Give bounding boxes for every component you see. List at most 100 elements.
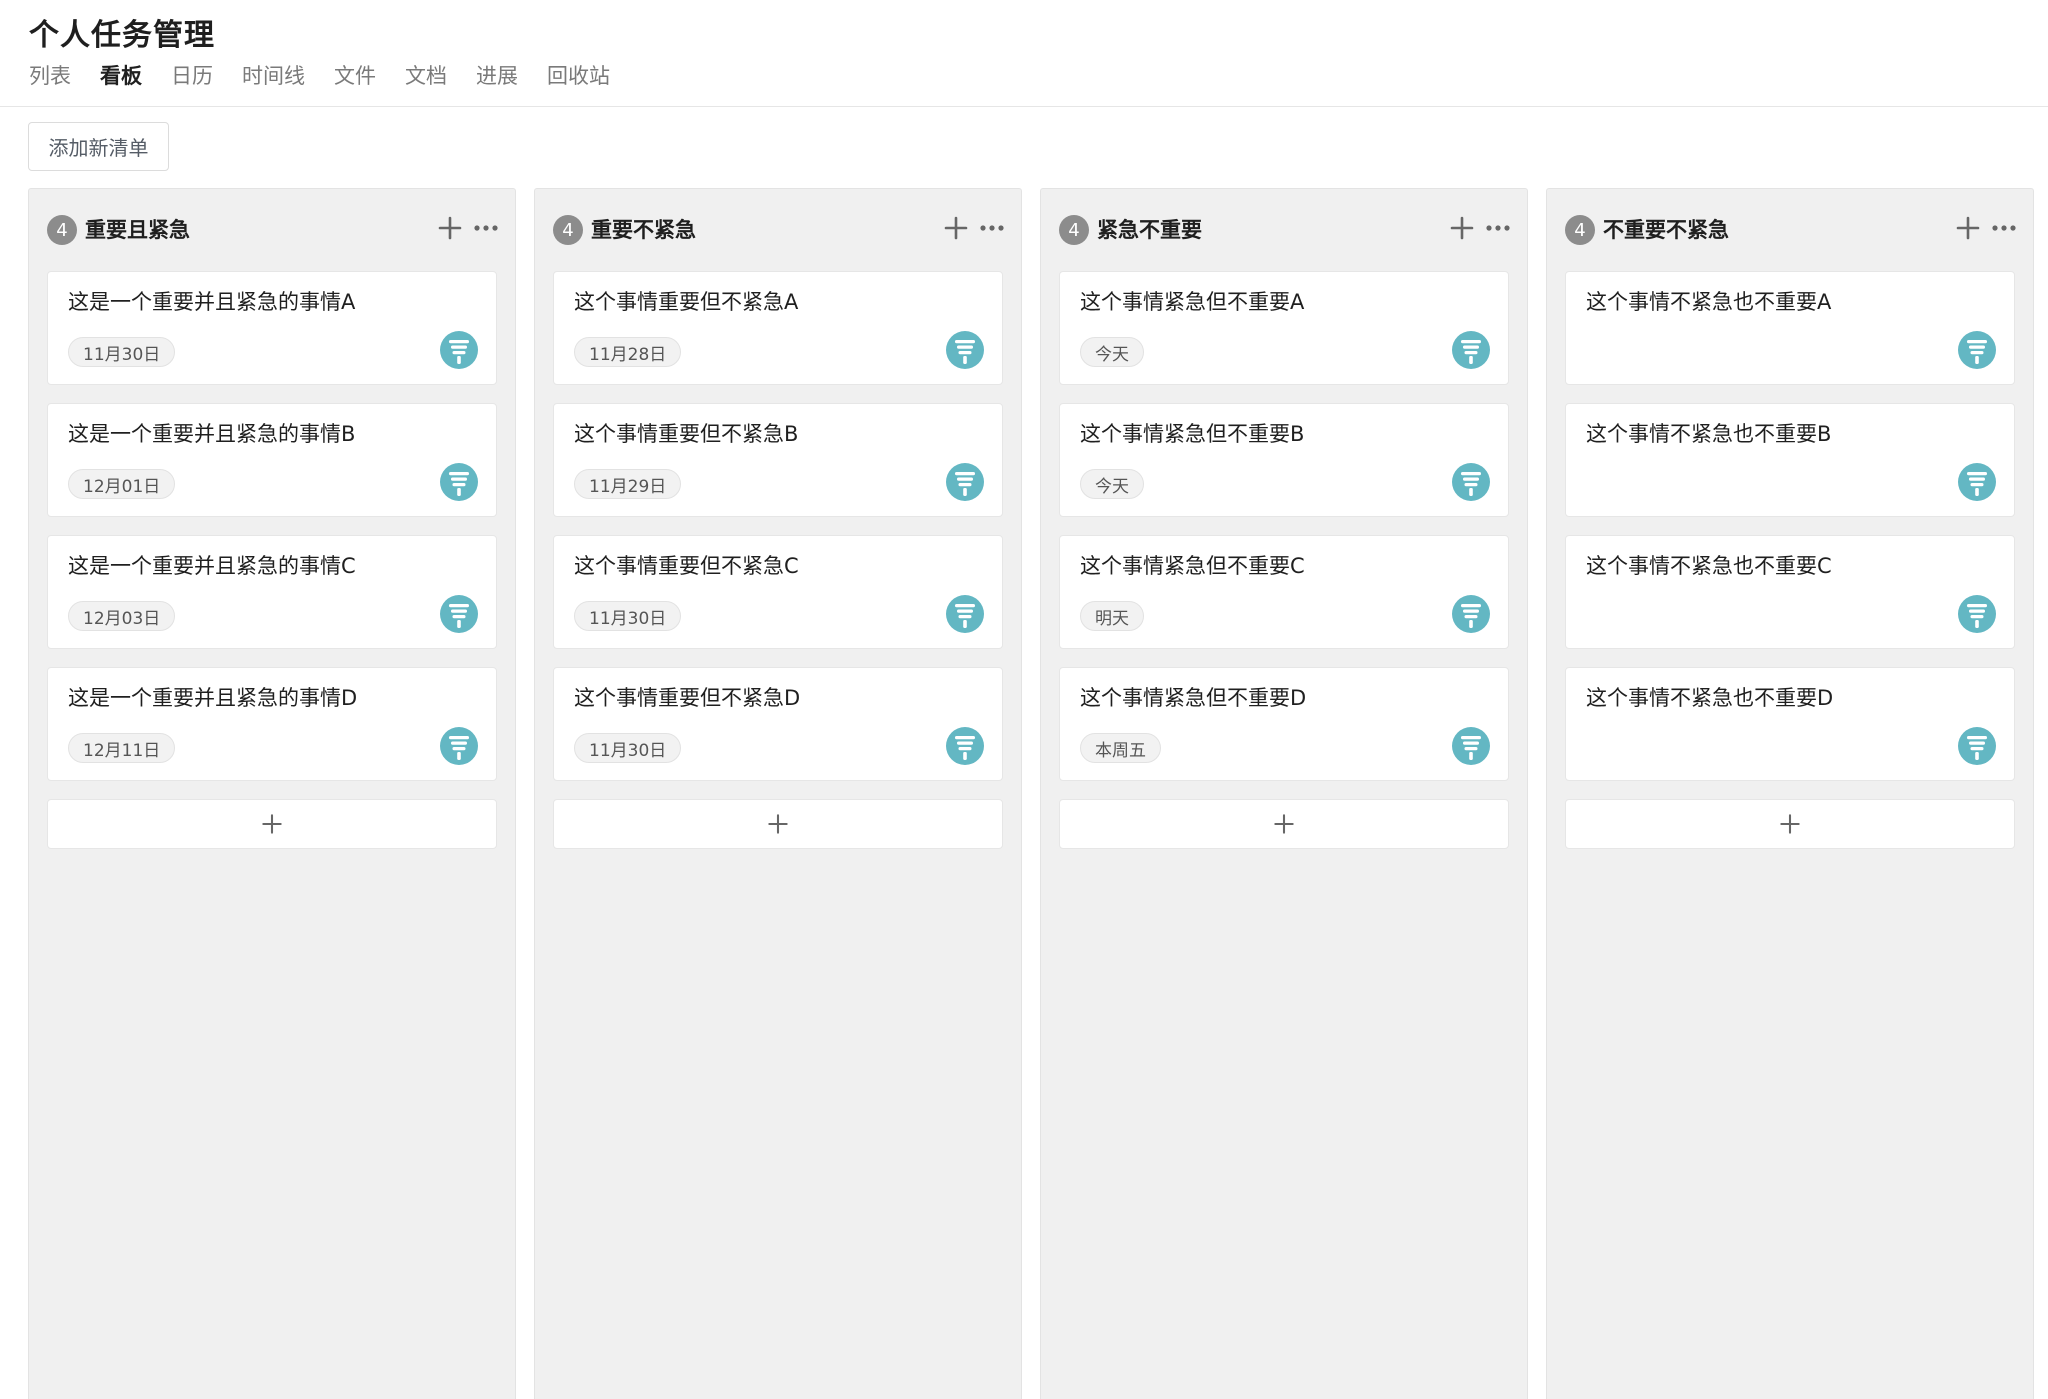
task-card[interactable]: 这个事情重要但不紧急B 11月29日: [553, 403, 1003, 517]
due-date-badge[interactable]: 11月28日: [574, 337, 682, 367]
page-header: 个人任务管理 列表 看板 日历 时间线 文件 文档 进展 回收站: [0, 0, 2048, 107]
task-card[interactable]: 这是一个重要并且紧急的事情D 12月11日: [47, 667, 497, 781]
tab-recycle-bin[interactable]: 回收站: [547, 60, 610, 90]
user-avatar-icon[interactable]: [946, 331, 984, 369]
column-count-badge: 4: [47, 215, 77, 245]
user-avatar-icon[interactable]: [1958, 331, 1996, 369]
tab-list[interactable]: 列表: [29, 60, 71, 90]
task-card[interactable]: 这个事情重要但不紧急C 11月30日: [553, 535, 1003, 649]
plus-icon: [1271, 811, 1297, 837]
task-card[interactable]: 这个事情紧急但不重要C 明天: [1059, 535, 1509, 649]
due-date-badge[interactable]: 12月11日: [68, 733, 176, 763]
tab-files[interactable]: 文件: [334, 60, 376, 90]
plus-icon[interactable]: [941, 213, 971, 243]
plus-icon: [765, 811, 791, 837]
card-list: 这个事情不紧急也不重要A 这个事情不紧急也不重要B 这个事情不紧急也不重要C 这个事情…: [1565, 271, 2015, 849]
plus-icon: [259, 811, 285, 837]
tab-docs[interactable]: 文档: [405, 60, 447, 90]
user-avatar-icon[interactable]: [1452, 727, 1490, 765]
column-title: 不重要不紧急: [1603, 218, 1729, 242]
task-card-title: 这是一个重要并且紧急的事情C: [68, 554, 356, 578]
task-card[interactable]: 这是一个重要并且紧急的事情A 11月30日: [47, 271, 497, 385]
more-horizontal-icon[interactable]: [1989, 213, 2019, 243]
task-card[interactable]: 这个事情不紧急也不重要B: [1565, 403, 2015, 517]
column-title: 紧急不重要: [1097, 218, 1202, 242]
more-horizontal-icon[interactable]: [977, 213, 1007, 243]
kanban-board: 4 重要且紧急 这是一个重要并且紧急的事情A 11月30日 这是一个重要并且紧急的事情B…: [28, 188, 2038, 1399]
column-header: 4 不重要不紧急: [1547, 189, 2033, 269]
user-avatar-icon[interactable]: [946, 727, 984, 765]
user-avatar-icon[interactable]: [1958, 727, 1996, 765]
plus-icon[interactable]: [435, 213, 465, 243]
board-column: 4 重要且紧急这是一个重要并且紧急的事情A 11月30日这是一个重要并且紧急的事情B…: [28, 188, 516, 1399]
task-card-title: 这个事情不紧急也不重要C: [1586, 554, 1832, 578]
user-avatar-icon[interactable]: [1958, 463, 1996, 501]
user-avatar-icon[interactable]: [946, 595, 984, 633]
plus-icon[interactable]: [1953, 213, 1983, 243]
add-list-button[interactable]: 添加新清单: [28, 122, 169, 171]
add-card-button[interactable]: [1565, 799, 2015, 849]
tab-timeline[interactable]: 时间线: [242, 60, 305, 90]
task-card[interactable]: 这是一个重要并且紧急的事情C 12月03日: [47, 535, 497, 649]
due-date-badge[interactable]: 11月30日: [574, 733, 682, 763]
task-card[interactable]: 这个事情紧急但不重要D 本周五: [1059, 667, 1509, 781]
due-date-badge[interactable]: 今天: [1080, 337, 1144, 367]
due-date-badge[interactable]: 12月01日: [68, 469, 176, 499]
user-avatar-icon[interactable]: [440, 727, 478, 765]
user-avatar-icon[interactable]: [440, 595, 478, 633]
column-title: 重要且紧急: [85, 218, 190, 242]
task-card-title: 这个事情紧急但不重要B: [1080, 422, 1305, 446]
due-date-badge[interactable]: 11月29日: [574, 469, 682, 499]
task-card[interactable]: 这个事情紧急但不重要A 今天: [1059, 271, 1509, 385]
task-card[interactable]: 这个事情重要但不紧急D 11月30日: [553, 667, 1003, 781]
more-horizontal-icon[interactable]: [471, 213, 501, 243]
add-card-button[interactable]: [1059, 799, 1509, 849]
column-header: 4 重要且紧急: [29, 189, 515, 269]
task-card-title: 这个事情重要但不紧急D: [574, 686, 801, 710]
task-card-title: 这个事情重要但不紧急A: [574, 290, 799, 314]
user-avatar-icon[interactable]: [440, 463, 478, 501]
task-card-title: 这个事情不紧急也不重要B: [1586, 422, 1832, 446]
board-column: 4 重要不紧急 这个事情重要但不紧急A 11月28日 这个事情重要但不紧急B 11月29日…: [534, 188, 1022, 1399]
due-date-badge[interactable]: 11月30日: [68, 337, 176, 367]
task-card-title: 这是一个重要并且紧急的事情A: [68, 290, 356, 314]
card-list: 这个事情重要但不紧急A 11月28日 这个事情重要但不紧急B 11月29日 这个事情重要…: [553, 271, 1003, 849]
task-card-title: 这是一个重要并且紧急的事情B: [68, 422, 356, 446]
add-card-button[interactable]: [553, 799, 1003, 849]
user-avatar-icon[interactable]: [1452, 331, 1490, 369]
plus-icon[interactable]: [1447, 213, 1477, 243]
user-avatar-icon[interactable]: [440, 331, 478, 369]
user-avatar-icon[interactable]: [1452, 463, 1490, 501]
task-card-title: 这个事情重要但不紧急C: [574, 554, 799, 578]
card-list: 这是一个重要并且紧急的事情A 11月30日这是一个重要并且紧急的事情B 12月01日…: [47, 271, 497, 849]
tab-progress[interactable]: 进展: [476, 60, 518, 90]
more-horizontal-icon[interactable]: [1483, 213, 1513, 243]
tab-board[interactable]: 看板: [100, 60, 142, 90]
plus-icon: [1777, 811, 1803, 837]
task-card[interactable]: 这是一个重要并且紧急的事情B 12月01日: [47, 403, 497, 517]
task-card[interactable]: 这个事情不紧急也不重要C: [1565, 535, 2015, 649]
due-date-badge[interactable]: 明天: [1080, 601, 1144, 631]
task-card[interactable]: 这个事情不紧急也不重要A: [1565, 271, 2015, 385]
board-column: 4 不重要不紧急 这个事情不紧急也不重要A 这个事情不紧急也不重要B 这个事情不紧急也不…: [1546, 188, 2034, 1399]
task-card-title: 这个事情不紧急也不重要A: [1586, 290, 1832, 314]
due-date-badge[interactable]: 12月03日: [68, 601, 176, 631]
add-card-button[interactable]: [47, 799, 497, 849]
board-column: 4 紧急不重要 这个事情紧急但不重要A 今天 这个事情紧急但不重要B 今天 这个事情紧急但不…: [1040, 188, 1528, 1399]
user-avatar-icon[interactable]: [1958, 595, 1996, 633]
task-card[interactable]: 这个事情紧急但不重要B 今天: [1059, 403, 1509, 517]
due-date-badge[interactable]: 今天: [1080, 469, 1144, 499]
task-card-title: 这个事情紧急但不重要D: [1080, 686, 1307, 710]
task-card-title: 这是一个重要并且紧急的事情D: [68, 686, 358, 710]
user-avatar-icon[interactable]: [946, 463, 984, 501]
task-card[interactable]: 这个事情重要但不紧急A 11月28日: [553, 271, 1003, 385]
due-date-badge[interactable]: 本周五: [1080, 733, 1161, 763]
due-date-badge[interactable]: 11月30日: [574, 601, 682, 631]
user-avatar-icon[interactable]: [1452, 595, 1490, 633]
column-count-badge: 4: [1059, 215, 1089, 245]
tab-calendar[interactable]: 日历: [171, 60, 213, 90]
task-card[interactable]: 这个事情不紧急也不重要D: [1565, 667, 2015, 781]
task-card-title: 这个事情重要但不紧急B: [574, 422, 799, 446]
view-tabs: 列表 看板 日历 时间线 文件 文档 进展 回收站: [29, 60, 639, 90]
task-card-title: 这个事情不紧急也不重要D: [1586, 686, 1834, 710]
